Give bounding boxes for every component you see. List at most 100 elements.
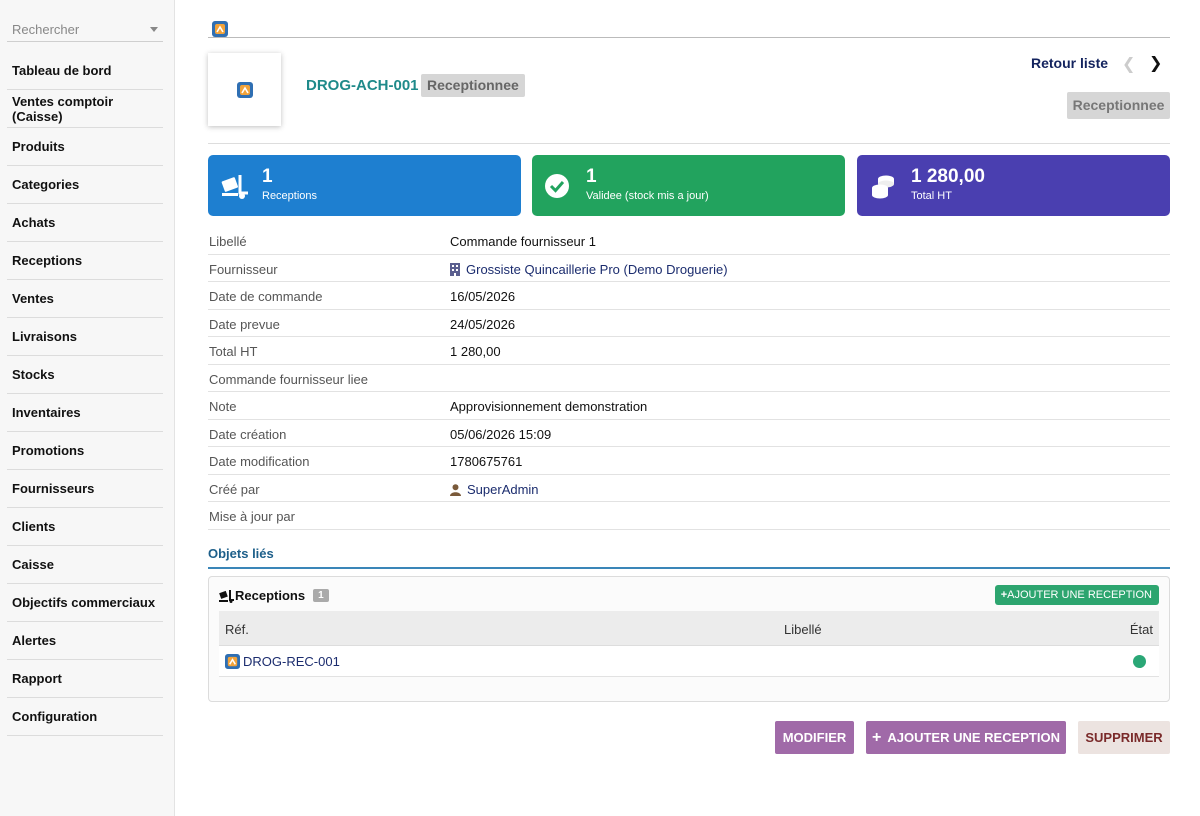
property-row: Mise à jour par bbox=[208, 502, 1170, 530]
sidebar-item-livraisons[interactable]: Livraisons bbox=[7, 318, 163, 356]
search-select[interactable]: Rechercher bbox=[7, 14, 163, 42]
sidebar-item-configuration[interactable]: Configuration bbox=[7, 698, 163, 736]
modify-button[interactable]: MODIFIER bbox=[775, 721, 854, 754]
object-ref: DROG-ACH-001 bbox=[306, 77, 419, 94]
creator-link[interactable]: SuperAdmin bbox=[450, 482, 539, 497]
sidebar-item-clients[interactable]: Clients bbox=[7, 508, 163, 546]
property-row: Fournisseur Grossiste Quincaillerie Pro … bbox=[208, 255, 1170, 282]
truck-loading-icon bbox=[219, 589, 234, 603]
add-reception-label: AJOUTER UNE RECEPTION bbox=[887, 730, 1060, 745]
column-label: Libellé bbox=[784, 622, 822, 637]
supplier-link[interactable]: Grossiste Quincaillerie Pro (Demo Drogue… bbox=[450, 262, 728, 277]
card-value: 1 bbox=[262, 166, 273, 187]
chevron-right-icon[interactable]: ❯ bbox=[1149, 53, 1162, 73]
section-divider bbox=[208, 143, 1170, 144]
property-key: Note bbox=[209, 399, 237, 414]
add-reception-small-button[interactable]: +AJOUTER UNE RECEPTION bbox=[994, 585, 1159, 605]
card-total-ht[interactable]: 1 280,00 Total HT bbox=[857, 155, 1170, 216]
object-logo-icon bbox=[236, 81, 253, 98]
sidebar-item-objectifs-commerciaux[interactable]: Objectifs commerciaux bbox=[7, 584, 163, 622]
reception-ref: DROG-REC-001 bbox=[243, 654, 340, 669]
card-validee[interactable]: 1 Validee (stock mis a jour) bbox=[532, 155, 845, 216]
table-header: Réf. Libellé État bbox=[219, 611, 1159, 646]
card-value: 1 bbox=[586, 166, 597, 187]
object-thumbnail bbox=[208, 53, 281, 126]
receptions-section-label: Receptions bbox=[235, 588, 306, 603]
truck-loading-icon bbox=[221, 175, 248, 199]
sidebar-item-inventaires[interactable]: Inventaires bbox=[7, 394, 163, 432]
status-button[interactable]: Receptionnee bbox=[1067, 92, 1170, 119]
card-value: 1 280,00 bbox=[911, 166, 985, 187]
linked-objects-panel: Receptions 1 +AJOUTER UNE RECEPTION Réf.… bbox=[208, 576, 1170, 702]
sidebar-item-promotions[interactable]: Promotions bbox=[7, 432, 163, 470]
property-key: Libellé bbox=[209, 234, 247, 249]
table-row: DROG-REC-001 bbox=[219, 646, 1159, 677]
sidebar-item-achats[interactable]: Achats bbox=[7, 204, 163, 242]
delete-button[interactable]: SUPPRIMER bbox=[1078, 721, 1170, 754]
reception-ref-link[interactable]: DROG-REC-001 bbox=[225, 654, 340, 669]
add-reception-small-label: AJOUTER UNE RECEPTION bbox=[1007, 589, 1152, 601]
property-row: Note Approvisionnement demonstration bbox=[208, 392, 1170, 420]
status-dot-icon bbox=[1133, 655, 1146, 668]
search-placeholder: Rechercher bbox=[12, 22, 80, 37]
sidebar-item-categories[interactable]: Categories bbox=[7, 166, 163, 204]
property-value: 05/06/2026 15:09 bbox=[450, 426, 552, 442]
column-state: État bbox=[1129, 622, 1153, 637]
building-icon bbox=[450, 262, 460, 276]
receptions-count-badge: 1 bbox=[313, 589, 329, 602]
property-key: Mise à jour par bbox=[209, 509, 295, 524]
property-row: Créé par SuperAdmin bbox=[208, 475, 1170, 502]
linked-objects-title: Objets liés bbox=[208, 546, 274, 561]
property-key: Commande fournisseur liee bbox=[209, 371, 368, 387]
property-key: Créé par bbox=[209, 481, 260, 497]
back-to-list-link[interactable]: Retour liste bbox=[1031, 55, 1108, 71]
property-row: Date de commande 16/05/2026 bbox=[208, 282, 1170, 310]
caret-down-icon bbox=[150, 27, 158, 32]
property-value: 16/05/2026 bbox=[450, 289, 516, 304]
plus-icon: + bbox=[872, 729, 882, 746]
sidebar-item-receptions[interactable]: Receptions bbox=[7, 242, 163, 280]
app-logo-icon bbox=[212, 21, 228, 37]
header-divider bbox=[208, 37, 1170, 38]
property-key: Date création bbox=[209, 426, 287, 442]
user-icon bbox=[450, 483, 461, 496]
property-value: Approvisionnement demonstration bbox=[450, 399, 648, 414]
sidebar-item-produits[interactable]: Produits bbox=[7, 128, 163, 166]
property-key: Date de commande bbox=[209, 289, 323, 304]
add-reception-button[interactable]: + AJOUTER UNE RECEPTION bbox=[866, 721, 1066, 754]
property-value: 1 280,00 bbox=[450, 344, 501, 359]
sidebar-item-caisse[interactable]: Caisse bbox=[7, 546, 163, 584]
properties-table: Libellé Commande fournisseur 1 Fournisse… bbox=[208, 227, 1170, 530]
property-value: Commande fournisseur 1 bbox=[450, 234, 596, 249]
check-circle-icon bbox=[545, 174, 569, 198]
sidebar-item-ventes-comptoir[interactable]: Ventes comptoir (Caisse) bbox=[7, 90, 163, 128]
reception-logo-icon bbox=[225, 654, 240, 669]
card-label: Receptions bbox=[262, 190, 318, 202]
card-label: Total HT bbox=[911, 190, 952, 202]
sidebar-item-ventes[interactable]: Ventes bbox=[7, 280, 163, 318]
sidebar-item-alertes[interactable]: Alertes bbox=[7, 622, 163, 660]
property-row: Total HT 1 280,00 bbox=[208, 337, 1170, 365]
property-key: Date prevue bbox=[209, 316, 280, 332]
sidebar-menu: Tableau de bord Ventes comptoir (Caisse)… bbox=[7, 52, 163, 736]
linked-objects-underline bbox=[208, 567, 1170, 569]
property-row: Date création 05/06/2026 15:09 bbox=[208, 420, 1170, 447]
property-value: 1780675761 bbox=[450, 454, 523, 469]
status-badge: Receptionnee bbox=[421, 74, 525, 97]
card-receptions[interactable]: 1 Receptions bbox=[208, 155, 521, 216]
supplier-name: Grossiste Quincaillerie Pro (Demo Drogue… bbox=[466, 261, 728, 277]
coins-icon bbox=[872, 175, 894, 199]
property-key: Total HT bbox=[209, 344, 258, 359]
property-row: Commande fournisseur liee bbox=[208, 365, 1170, 392]
kpi-cards: 1 Receptions 1 Validee (stock mis a jour… bbox=[208, 155, 1170, 216]
chevron-left-icon[interactable]: ❮ bbox=[1122, 54, 1135, 74]
sidebar-item-fournisseurs[interactable]: Fournisseurs bbox=[7, 470, 163, 508]
property-row: Libellé Commande fournisseur 1 bbox=[208, 227, 1170, 255]
property-key: Fournisseur bbox=[209, 261, 278, 277]
property-row: Date modification 1780675761 bbox=[208, 447, 1170, 475]
sidebar-item-stocks[interactable]: Stocks bbox=[7, 356, 163, 394]
receptions-header: Receptions 1 bbox=[219, 588, 329, 603]
sidebar-item-rapport[interactable]: Rapport bbox=[7, 660, 163, 698]
card-label: Validee (stock mis a jour) bbox=[586, 190, 709, 202]
sidebar-item-tableau-de-bord[interactable]: Tableau de bord bbox=[7, 52, 163, 90]
